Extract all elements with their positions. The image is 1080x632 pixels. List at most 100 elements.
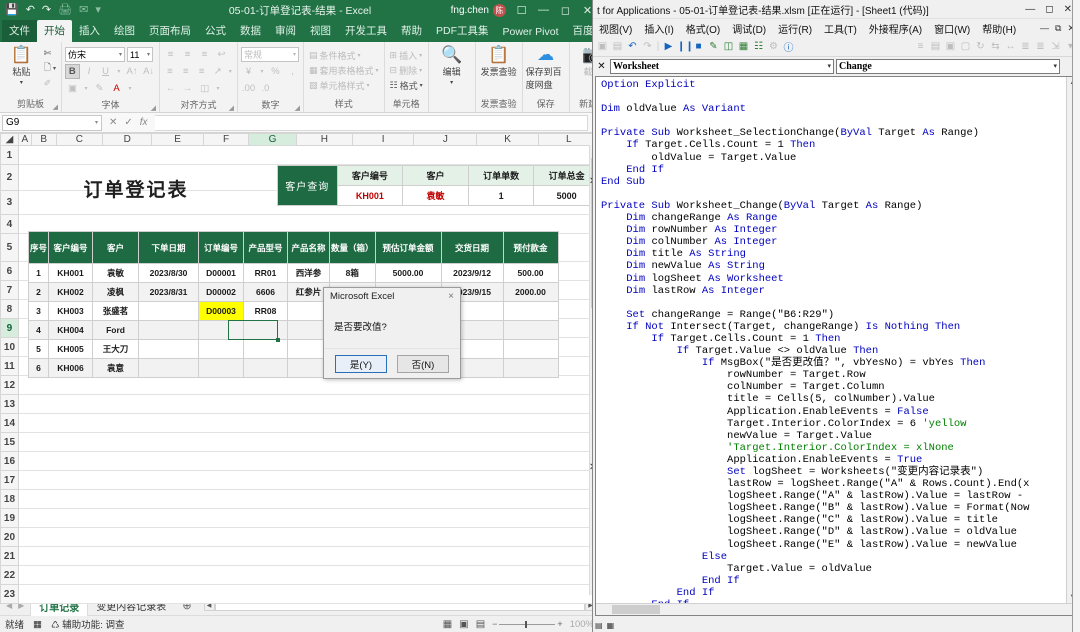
code-horizontal-scrollbar[interactable] (596, 603, 1077, 615)
zoom-level[interactable]: 100% (570, 619, 594, 630)
vbe-menu-run[interactable]: 运行(R) (772, 21, 818, 36)
column-header-b[interactable]: B (30, 133, 57, 146)
orientation-icon[interactable]: ↗ (211, 64, 225, 79)
save-to-netdisk-button[interactable]: ☁ 保存到百度网盘 (526, 46, 566, 91)
break-icon[interactable]: ❙❙ (677, 41, 694, 52)
number-format-select[interactable]: 常规 ▾ (241, 47, 299, 62)
align-center-icon[interactable]: ≡ (179, 64, 193, 79)
tab-file[interactable]: 文件 (2, 20, 37, 42)
chevron-down-icon[interactable]: ▾ (20, 79, 23, 86)
vbe-restore-button[interactable]: ◻ (1045, 4, 1053, 15)
chevron-down-icon[interactable]: ▾ (367, 82, 370, 89)
column-header-g[interactable]: G (248, 133, 297, 146)
dialog-close-icon[interactable]: × (448, 291, 460, 302)
align-top-icon[interactable]: ≡ (163, 47, 178, 62)
chevron-down-icon[interactable]: ▾ (358, 52, 361, 59)
align-right-icon[interactable]: ≡ (195, 64, 209, 79)
chevron-down-icon[interactable]: ▾ (119, 51, 122, 58)
tab-formulas[interactable]: 公式 (198, 20, 233, 42)
full-module-view-icon[interactable]: ▦ (607, 621, 615, 630)
insert-module-icon[interactable]: ▤ (611, 41, 624, 52)
page-break-preview-icon[interactable]: ▤ (476, 619, 485, 630)
account-area[interactable]: fng.chen 陈 (451, 3, 506, 17)
rotate-icon[interactable]: ↻ (974, 41, 987, 52)
vbe-menu-view[interactable]: 视图(V) (593, 21, 638, 36)
comma-style-icon[interactable]: , (285, 64, 300, 79)
vbe-menu-format[interactable]: 格式(O) (680, 21, 726, 36)
zoom-out-icon[interactable]: − (492, 619, 497, 629)
tab-view[interactable]: 视图 (303, 20, 338, 42)
align-icon[interactable]: ≡ (914, 41, 927, 52)
row-header-15[interactable]: 15 (0, 432, 19, 452)
tab-data[interactable]: 数据 (233, 20, 268, 42)
chevron-down-icon[interactable]: ▾ (115, 64, 123, 79)
chevron-down-icon[interactable]: ▾ (53, 65, 56, 72)
increase-decimal-icon[interactable]: .00 (241, 81, 256, 96)
reset-icon[interactable]: ■ (692, 41, 705, 52)
dialog-yes-button[interactable]: 是(Y) (335, 354, 387, 373)
zoom-knob[interactable] (525, 620, 528, 628)
chevron-down-icon[interactable]: ▾ (95, 119, 98, 126)
vbe-menu-help[interactable]: 帮助(H) (976, 21, 1022, 36)
format-as-table-button[interactable]: ▦ 套用表格格式 ▾ (307, 63, 381, 77)
insert-cells-button[interactable]: ⊞ 插入 ▾ (388, 48, 425, 62)
column-header-l[interactable]: L (537, 133, 600, 146)
child-restore-button[interactable]: ⧉ (1055, 23, 1061, 34)
column-header-f[interactable]: F (202, 133, 250, 146)
close-pane-icon[interactable]: ✕ (595, 60, 608, 73)
tab-power-pivot[interactable]: Power Pivot (496, 23, 566, 42)
dialog-launcher-icon[interactable]: ◢ (229, 104, 234, 112)
align-middle-icon[interactable]: ≡ (180, 47, 195, 62)
code-editor[interactable]: Option Explicit Dim oldValue As Variant … (595, 76, 1078, 616)
cut-button[interactable]: ✄ (42, 46, 58, 60)
tab-page-layout[interactable]: 页面布局 (142, 20, 198, 42)
tab-pdf-tools[interactable]: PDF工具集 (429, 20, 496, 42)
copy-button[interactable]: 🗋 ▾ (42, 61, 58, 75)
formula-input[interactable] (154, 114, 588, 131)
format-cells-button[interactable]: ☷ 格式 ▾ (388, 78, 425, 92)
merge-cells-icon[interactable]: ◫ (197, 81, 212, 96)
row-header-18[interactable]: 18 (0, 489, 19, 509)
chevron-down-icon[interactable]: ▾ (82, 81, 90, 96)
size-icon[interactable]: ↔ (1004, 41, 1017, 52)
page-layout-icon[interactable]: ▣ (459, 619, 468, 630)
row-header-13[interactable]: 13 (0, 394, 19, 414)
wrap-text-icon[interactable]: ↩ (214, 47, 229, 62)
print-preview-icon[interactable]: 🖨 (58, 4, 72, 16)
font-color-icon[interactable]: A (109, 81, 124, 96)
conditional-formatting-button[interactable]: ▤ 条件格式 ▾ (307, 48, 381, 62)
redo-icon[interactable]: ↷ (641, 41, 654, 52)
undo-icon[interactable]: ↶ (26, 4, 35, 16)
font-name-input[interactable]: 仿宋 ▾ (65, 47, 125, 62)
send-back-icon[interactable]: ▢ (959, 41, 972, 52)
chevron-down-icon[interactable]: ▾ (214, 81, 222, 96)
cell-styles-button[interactable]: ▧ 单元格样式 ▾ (307, 78, 381, 92)
run-icon[interactable]: ▶ (662, 41, 675, 52)
column-header-e[interactable]: E (151, 133, 204, 146)
zoom-slider[interactable]: − + (492, 619, 563, 629)
help-icon[interactable]: ⓘ (782, 39, 795, 54)
column-header-h[interactable]: H (295, 133, 354, 146)
chevron-down-icon[interactable]: ▾ (258, 64, 266, 79)
minimize-button[interactable]: — (537, 4, 550, 16)
insert-function-icon[interactable]: fx (140, 117, 148, 128)
delete-cells-button[interactable]: ⊟ 删除 ▾ (388, 63, 425, 77)
vbe-menu-addins[interactable]: 外接程序(A) (863, 21, 928, 36)
vbe-menu-debug[interactable]: 调试(D) (726, 21, 772, 36)
vbe-minimize-button[interactable]: — (1025, 4, 1035, 15)
row-header-3[interactable]: 3 (0, 190, 19, 215)
row-header-7[interactable]: 7 (0, 280, 19, 300)
project-explorer-icon[interactable]: ◫ (722, 41, 735, 52)
tab-draw[interactable]: 绘图 (107, 20, 142, 42)
toolbox-icon[interactable]: ⚙ (767, 41, 780, 52)
percent-style-icon[interactable]: % (268, 64, 283, 79)
spacing-icon[interactable]: ≣ (1034, 41, 1047, 52)
dialog-launcher-icon[interactable]: ◢ (53, 103, 58, 111)
bold-button[interactable]: B (65, 64, 80, 79)
object-browser-icon[interactable]: ☷ (752, 41, 765, 52)
flip-icon[interactable]: ⇆ (989, 41, 1002, 52)
chevron-down-icon[interactable]: ▾ (1053, 62, 1057, 70)
tab-review[interactable]: 审阅 (268, 20, 303, 42)
vbe-close-button[interactable]: ✕ (1064, 4, 1072, 15)
decrease-decimal-icon[interactable]: .0 (258, 81, 273, 96)
